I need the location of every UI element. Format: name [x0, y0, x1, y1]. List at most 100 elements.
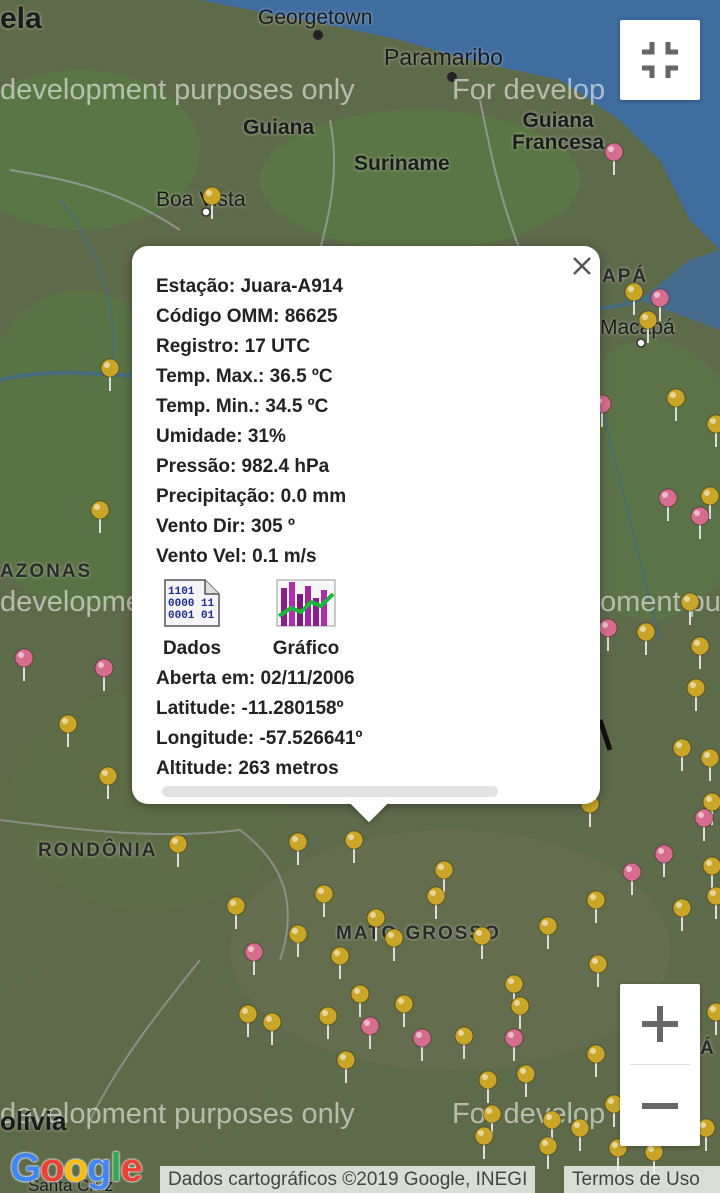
map-label-georgetown: Georgetown	[258, 6, 373, 29]
chart-icon	[276, 579, 336, 627]
map-label-guiana-francesa: Guiana Francesa	[512, 109, 605, 154]
station-marker-icon[interactable]	[569, 1118, 591, 1152]
station-marker-icon[interactable]	[335, 1050, 357, 1084]
station-marker-icon[interactable]	[349, 984, 371, 1018]
station-marker-icon[interactable]	[343, 830, 365, 864]
map-label-edge: Á	[700, 1038, 716, 1059]
station-marker-icon[interactable]	[665, 388, 687, 422]
station-info-window: Estação: Juara-A914 Código OMM: 86625 Re…	[132, 246, 600, 823]
chart-link[interactable]: Gráfico	[266, 578, 346, 660]
station-marker-icon[interactable]	[383, 928, 405, 962]
latitude: Latitude: -11.280158º	[156, 698, 344, 719]
station-marker-icon[interactable]	[537, 1136, 559, 1170]
station-marker-icon[interactable]	[537, 916, 559, 950]
station-marker-icon[interactable]	[653, 844, 675, 878]
map-label-suriname: Suriname	[354, 152, 450, 175]
station-marker-icon[interactable]	[503, 1028, 525, 1062]
minus-icon	[642, 1103, 678, 1109]
station-marker-icon[interactable]	[57, 714, 79, 748]
binary-data-icon: 1101 0000 11 0001 01	[164, 579, 220, 627]
station-name: Estação: Juara-A914	[156, 276, 343, 297]
station-marker-icon[interactable]	[705, 1002, 720, 1036]
station-marker-icon[interactable]	[705, 414, 720, 448]
watermark-text: development purposes only	[0, 74, 355, 106]
station-marker-icon[interactable]	[237, 1004, 259, 1038]
record-time: Registro: 17 UTC	[156, 336, 311, 357]
station-marker-icon[interactable]	[621, 862, 643, 896]
station-marker-icon[interactable]	[597, 618, 619, 652]
station-marker-icon[interactable]	[453, 1026, 475, 1060]
plus-icon	[642, 1006, 678, 1042]
station-marker-icon[interactable]	[701, 856, 720, 890]
svg-text:1101: 1101	[168, 586, 195, 598]
station-marker-icon[interactable]	[13, 648, 35, 682]
longitude: Longitude: -57.526641º	[156, 728, 363, 749]
station-marker-icon[interactable]	[99, 358, 121, 392]
horizontal-scrollbar[interactable]	[162, 786, 498, 797]
wind-speed: Vento Vel: 0.1 m/s	[156, 546, 317, 567]
station-marker-icon[interactable]	[167, 834, 189, 868]
zoom-in-button[interactable]	[620, 984, 700, 1064]
station-marker-icon[interactable]	[603, 142, 625, 176]
station-marker-icon[interactable]	[313, 884, 335, 918]
station-marker-icon[interactable]	[97, 766, 119, 800]
station-marker-icon[interactable]	[587, 954, 609, 988]
station-marker-icon[interactable]	[515, 1064, 537, 1098]
station-links: 1101 0000 11 0001 01 Dados Gráfico	[156, 578, 576, 666]
station-marker-icon[interactable]	[585, 1044, 607, 1078]
station-marker-icon[interactable]	[689, 506, 711, 540]
map-label-rondonia: RONDÔNIA	[38, 840, 158, 861]
zoom-out-button[interactable]	[620, 1066, 700, 1146]
svg-text:0001 01: 0001 01	[168, 610, 215, 622]
station-marker-icon[interactable]	[287, 832, 309, 866]
altitude: Altitude: 263 metros	[156, 758, 339, 779]
station-marker-icon[interactable]	[705, 886, 720, 920]
data-link-label: Dados	[162, 638, 222, 659]
station-marker-icon[interactable]	[329, 946, 351, 980]
station-marker-icon[interactable]	[243, 942, 265, 976]
station-marker-icon[interactable]	[473, 1126, 495, 1160]
station-marker-icon[interactable]	[359, 1016, 381, 1050]
map-label-venezuela: ela	[0, 2, 42, 35]
station-marker-icon[interactable]	[635, 622, 657, 656]
station-marker-icon[interactable]	[671, 738, 693, 772]
station-marker-icon[interactable]	[685, 678, 707, 712]
exit-fullscreen-button[interactable]	[620, 20, 700, 100]
station-marker-icon[interactable]	[411, 1028, 433, 1062]
opened-date: Aberta em: 02/11/2006	[156, 668, 355, 689]
watermark-text: For develop	[452, 74, 606, 106]
station-marker-icon[interactable]	[261, 1012, 283, 1046]
station-marker-icon[interactable]	[471, 926, 493, 960]
data-link[interactable]: 1101 0000 11 0001 01 Dados	[152, 578, 232, 660]
station-marker-icon[interactable]	[225, 896, 247, 930]
google-logo: Google	[10, 1146, 143, 1190]
station-marker-icon[interactable]	[693, 808, 715, 842]
station-marker-icon[interactable]	[393, 994, 415, 1028]
station-marker-icon[interactable]	[637, 310, 659, 344]
station-details: Estação: Juara-A914 Código OMM: 86625 Re…	[156, 274, 576, 786]
station-marker-icon[interactable]	[317, 1006, 339, 1040]
station-marker-icon[interactable]	[89, 500, 111, 534]
terms-link[interactable]: Termos de Uso	[564, 1166, 720, 1193]
humidity: Umidade: 31%	[156, 426, 286, 447]
station-marker-icon[interactable]	[657, 488, 679, 522]
station-marker-icon[interactable]	[201, 186, 223, 220]
map-label-bolivia: olívia	[0, 1106, 67, 1136]
station-marker-icon[interactable]	[93, 658, 115, 692]
zoom-divider	[630, 1064, 690, 1065]
map-label-guiana: Guiana	[243, 116, 315, 139]
station-marker-icon[interactable]	[287, 924, 309, 958]
station-marker-icon[interactable]	[477, 1070, 499, 1104]
station-marker-icon[interactable]	[425, 886, 447, 920]
svg-text:0000 11: 0000 11	[168, 598, 215, 610]
station-marker-icon[interactable]	[689, 636, 711, 670]
station-marker-icon[interactable]	[699, 748, 720, 782]
station-marker-icon[interactable]	[671, 898, 693, 932]
station-marker-icon[interactable]	[679, 592, 701, 626]
station-marker-icon[interactable]	[585, 890, 607, 924]
map-label-amazonas: AZONAS	[0, 561, 93, 582]
temp-max: Temp. Max.: 36.5 ºC	[156, 366, 333, 387]
omm-code: Código OMM: 86625	[156, 306, 338, 327]
station-marker-icon[interactable]	[509, 996, 531, 1030]
map-label-paramaribo: Paramaribo	[384, 44, 503, 70]
